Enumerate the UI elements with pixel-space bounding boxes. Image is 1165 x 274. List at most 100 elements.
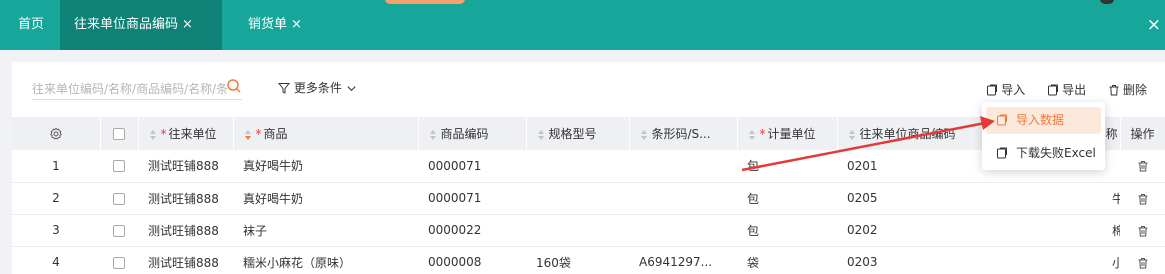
select-all-checkbox[interactable] [113,128,125,140]
col-product-label: 商品 [263,127,288,141]
import-dropdown-menu: 导入数据 下载失败Excel [982,102,1105,170]
col-product-code-label: 商品编码 [440,127,489,141]
download-failed-excel-menu-item[interactable]: 下载失败Excel [986,140,1101,167]
cell-spec [526,214,629,247]
cell-partner-name: 棉袜 [1022,214,1120,247]
cell-unit: 袋 [737,246,837,274]
col-product-code[interactable]: 商品编码 [418,117,527,150]
row-checkbox[interactable] [113,192,125,205]
sort-icon[interactable] [149,129,157,141]
cell-operations[interactable] [1120,182,1165,215]
cell-barcode [629,214,737,247]
trash-icon[interactable] [1137,225,1149,237]
delete-button[interactable]: 删除 [1108,81,1147,98]
cell-unit: 包 [737,182,837,215]
cell-operations[interactable] [1120,246,1165,274]
gear-icon[interactable] [49,127,63,141]
more-filters-button[interactable]: 更多条件 [277,79,357,96]
import-label: 导入 [1001,83,1026,97]
notification-pill [385,0,465,4]
toolbar-actions: 导入 导出 删除 [968,81,1147,98]
cell-product-code: 0000022 [418,214,526,247]
trash-icon[interactable] [1137,193,1149,205]
cell-product: 真好喝牛奶 [233,150,418,183]
row-index: 1 [12,150,100,183]
export-icon [1048,84,1059,96]
table-row[interactable]: 4 测试旺铺888 糯米小麻花（原味） 0000008 160袋 A6941297... 袋… [12,246,1165,274]
tab-bar: 首页 往来单位商品编码 × 销货单 × × [0,0,1165,50]
cell-partner-code: 0203 [837,246,1022,274]
cell-spec: 160袋 [526,246,629,274]
filter-icon [277,83,291,94]
cell-operations[interactable] [1120,150,1165,183]
cell-spec [526,182,629,215]
col-barcode-label: 条形码/S... [651,127,711,141]
col-barcode[interactable]: 条形码/S... [629,117,738,150]
column-settings[interactable] [12,117,101,150]
row-checkbox[interactable] [113,256,125,269]
row-checkbox[interactable] [100,150,138,183]
row-checkbox[interactable] [100,182,138,215]
col-product[interactable]: * 商品 [233,117,419,150]
export-button[interactable]: 导出 [1047,81,1086,98]
search-icon[interactable] [226,78,242,94]
tab-partner-product-code[interactable]: 往来单位商品编码 × [60,0,222,50]
table-row[interactable]: 3 测试旺铺888袜子0000022 包0202棉袜 [12,214,1165,247]
table-row[interactable]: 2 测试旺铺888真好喝牛奶0000071 包0205牛奶 [12,182,1165,215]
cell-unit: 包 [737,214,837,247]
col-partner-label: 往来单位 [168,127,217,141]
trash-icon[interactable] [1137,160,1149,172]
search-input[interactable]: 往来单位编码/名称/商品编码/名称/条 [32,76,242,100]
col-unit-label: 计量单位 [767,127,816,141]
close-icon[interactable]: × [182,17,193,32]
row-index: 4 [12,246,100,274]
cell-partner-name: 小零食 [1022,246,1120,274]
export-label: 导出 [1062,83,1087,97]
row-checkbox[interactable] [113,160,125,173]
cell-product: 袜子 [233,214,418,247]
select-all-checkbox-cell[interactable] [100,117,139,150]
chevron-down-icon [347,86,356,92]
row-index: 3 [12,214,100,247]
sort-icon[interactable] [429,129,437,141]
tab-home[interactable]: 首页 [4,0,58,50]
sort-icon[interactable] [537,129,545,141]
tab-home-label: 首页 [18,17,45,32]
col-unit[interactable]: * 计量单位 [737,117,838,150]
sort-icon[interactable] [848,129,856,141]
trash-icon[interactable] [1137,257,1149,269]
search-placeholder: 往来单位编码/名称/商品编码/名称/条 [32,82,228,96]
import-icon [997,114,1007,126]
window-control [1100,0,1114,4]
trash-icon [1109,85,1119,96]
cell-partner: 测试旺铺888 [138,150,233,183]
download-failed-label: 下载失败Excel [1016,146,1096,160]
cell-partner: 测试旺铺888 [138,246,233,274]
tab-sales-order[interactable]: 销货单 × [234,0,316,50]
cell-partner-code: 0205 [837,182,1022,215]
row-checkbox[interactable] [113,224,125,237]
cell-partner: 测试旺铺888 [138,182,233,215]
cell-spec [526,150,629,183]
row-checkbox[interactable] [100,214,138,247]
close-all-icon[interactable]: × [1147,0,1161,50]
col-spec[interactable]: 规格型号 [526,117,630,150]
import-data-menu-item[interactable]: 导入数据 [986,107,1101,134]
col-partner[interactable]: * 往来单位 [138,117,234,150]
cell-product-code: 0000008 [418,246,526,274]
sort-icon[interactable] [640,129,648,141]
cell-partner: 测试旺铺888 [138,214,233,247]
tab-label: 销货单 [248,17,288,32]
import-data-label: 导入数据 [1016,113,1065,127]
close-icon[interactable]: × [291,17,302,32]
cell-partner-name: 牛奶 [1022,182,1120,215]
col-spec-label: 规格型号 [548,127,597,141]
row-checkbox[interactable] [100,246,138,274]
import-button[interactable]: 导入 [986,81,1025,98]
sort-icon[interactable] [748,129,756,141]
cell-barcode [629,182,737,215]
cell-operations[interactable] [1120,214,1165,247]
sort-icon[interactable] [244,129,252,141]
col-operations-label: 操作 [1130,127,1155,141]
cell-product: 糯米小麻花（原味） [233,246,418,274]
